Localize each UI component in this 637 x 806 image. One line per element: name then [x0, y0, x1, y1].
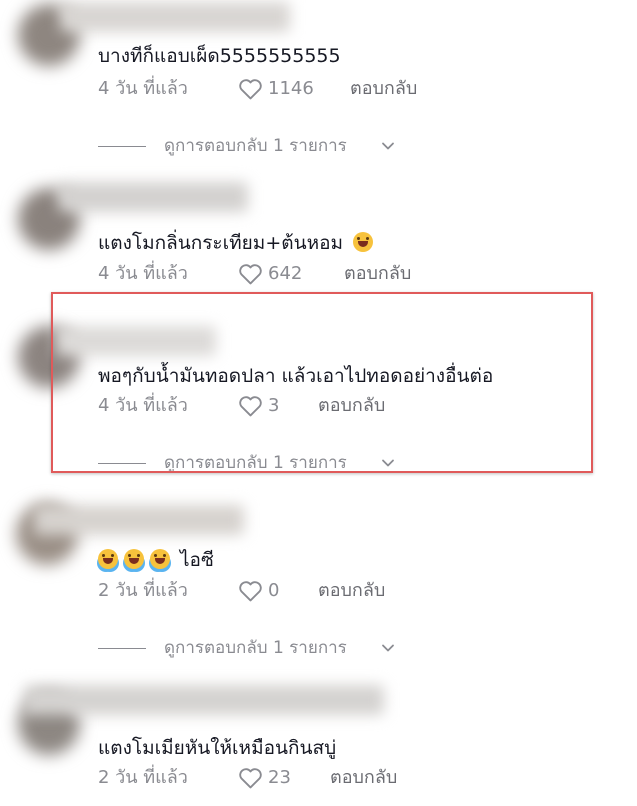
comment-meta: 2 วัน ที่แล้ว 23 ตอบกลับ	[98, 765, 498, 791]
username-blurred[interactable]	[60, 2, 290, 32]
reply-button[interactable]: ตอบกลับ	[318, 578, 385, 604]
heart-icon[interactable]	[238, 766, 263, 789]
like-count: 23	[268, 767, 291, 788]
view-replies-label: ดูการตอบกลับ 1 รายการ	[164, 136, 347, 156]
comment-text: บางทีก็แอบเผ็ด5555555555	[98, 45, 341, 67]
heart-icon[interactable]	[238, 579, 263, 602]
view-replies-button[interactable]: ดูการตอบกลับ 1 รายการ	[98, 637, 418, 659]
comment-text: แตงโมเมียหันให้เหมือนกินสบู่	[98, 737, 337, 759]
timestamp: 2 วัน ที่แล้ว	[98, 767, 188, 788]
username-blurred[interactable]	[58, 182, 248, 212]
comment-text-body: แตงโมกลิ่นกระเทียม+ต้นหอม	[98, 232, 344, 254]
like-count: 642	[268, 263, 303, 284]
view-replies-label: ดูการตอบกลับ 1 รายการ	[164, 638, 347, 658]
username-blurred[interactable]	[24, 685, 384, 715]
chevron-down-icon	[382, 644, 394, 652]
tears-of-joy-emoji-icon	[124, 549, 144, 569]
like-count: 1146	[268, 78, 314, 99]
reply-button[interactable]: ตอบกลับ	[330, 765, 397, 791]
timestamp: 4 วัน ที่แล้ว	[98, 263, 188, 284]
heart-icon[interactable]	[238, 77, 263, 100]
divider-line	[98, 648, 146, 649]
heart-icon[interactable]	[238, 262, 263, 285]
timestamp: 4 วัน ที่แล้ว	[98, 78, 188, 99]
reply-button[interactable]: ตอบกลับ	[344, 261, 411, 287]
timestamp: 2 วัน ที่แล้ว	[98, 580, 188, 601]
highlight-box	[51, 292, 593, 473]
sweat-smile-emoji-icon	[353, 232, 374, 252]
comment-meta: 4 วัน ที่แล้ว 1146 ตอบกลับ	[98, 76, 498, 102]
comment-text: ไอซี	[98, 548, 214, 572]
comment-meta: 4 วัน ที่แล้ว 642 ตอบกลับ	[98, 261, 498, 287]
comment-meta: 2 วัน ที่แล้ว 0 ตอบกลับ	[98, 578, 498, 604]
comment-text-body: ไอซี	[180, 549, 214, 571]
reply-button[interactable]: ตอบกลับ	[350, 76, 417, 102]
tears-of-joy-emoji-icon	[98, 549, 118, 569]
comment-text: แตงโมกลิ่นกระเทียม+ต้นหอม	[98, 231, 379, 255]
view-replies-button[interactable]: ดูการตอบกลับ 1 รายการ	[98, 135, 418, 157]
username-blurred[interactable]	[34, 505, 244, 535]
divider-line	[98, 146, 146, 147]
chevron-down-icon	[382, 142, 394, 150]
like-count: 0	[268, 580, 280, 601]
tears-of-joy-emoji-icon	[150, 549, 170, 569]
